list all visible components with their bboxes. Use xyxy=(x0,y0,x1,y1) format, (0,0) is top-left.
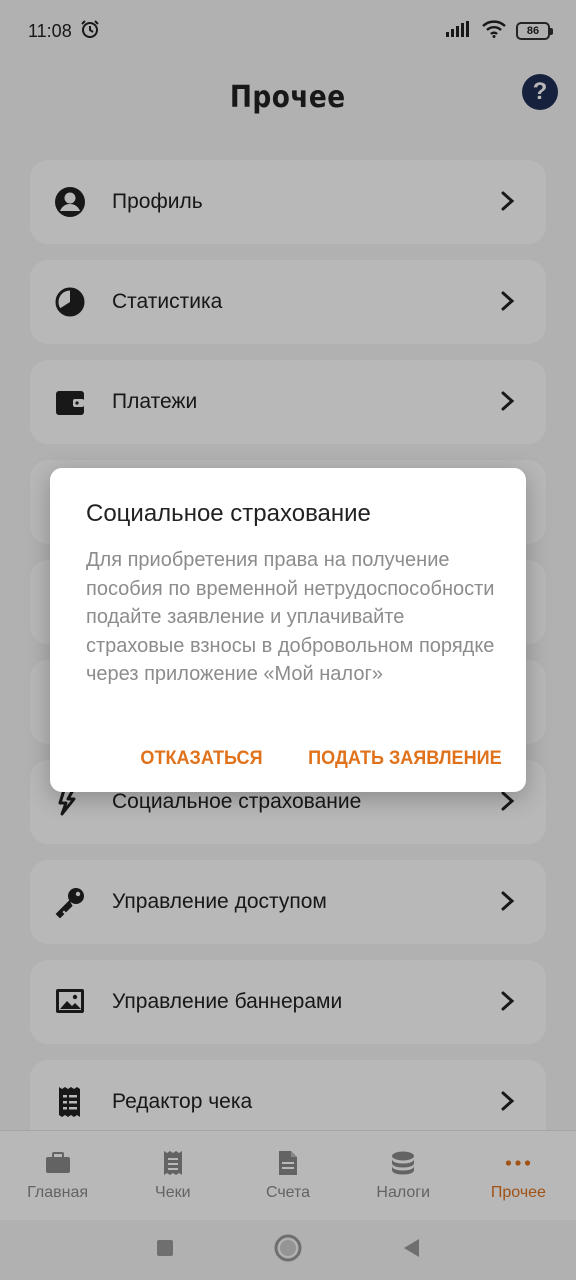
dialog-actions: ОТКАЗАТЬСЯ ПОДАТЬ ЗАЯВЛЕНИЕ xyxy=(134,748,502,770)
decline-button[interactable]: ОТКАЗАТЬСЯ xyxy=(140,748,262,770)
social-insurance-dialog: Социальное страхование Для приобретения … xyxy=(50,468,526,792)
dialog-body: Для приобретения права на получение посо… xyxy=(86,549,495,685)
dialog-title: Социальное страхование xyxy=(86,500,371,527)
submit-application-button[interactable]: ПОДАТЬ ЗАЯВЛЕНИЕ xyxy=(309,748,502,770)
